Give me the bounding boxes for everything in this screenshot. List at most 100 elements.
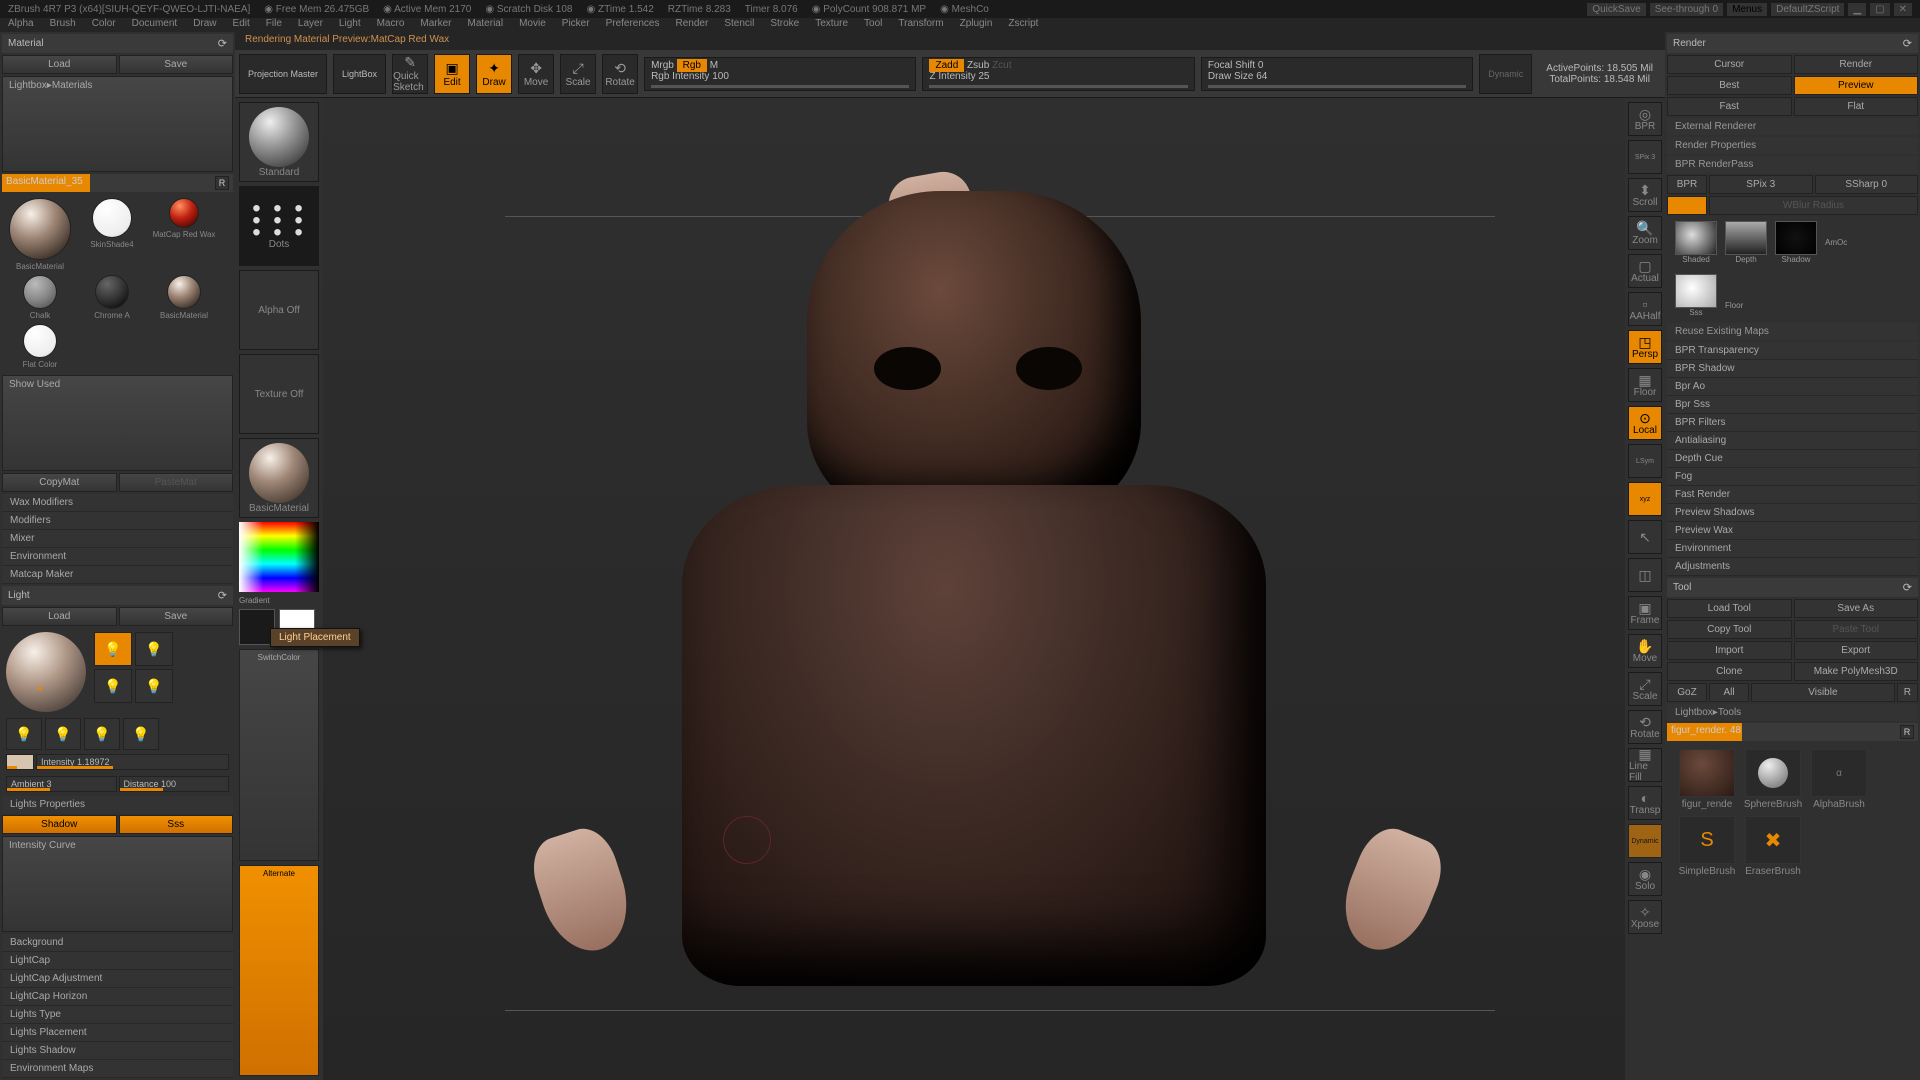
goz-r-button[interactable]: R [1897, 683, 1918, 702]
menu-zplugin[interactable]: Zplugin [956, 18, 997, 32]
reuse-existing-maps[interactable]: Reuse Existing Maps [1667, 323, 1918, 340]
pf-indicator[interactable]: ↖ [1628, 520, 1662, 554]
draw-mode-button[interactable]: ✦Draw [476, 54, 512, 94]
ssharp-slider[interactable]: SSharp 0 [1815, 175, 1919, 194]
lsym-button[interactable]: LSym [1628, 444, 1662, 478]
material-basicmaterial[interactable]: BasicMaterial [6, 198, 74, 271]
light-reload-icon[interactable]: ⟳ [218, 589, 227, 602]
preview-wax-section[interactable]: Preview Wax [1667, 522, 1918, 540]
canvas-viewport[interactable] [323, 98, 1625, 1080]
load-tool-button[interactable]: Load Tool [1667, 599, 1792, 618]
lights-shadow-section[interactable]: Lights Shadow [2, 1042, 233, 1060]
draw-size-slider[interactable]: Draw Size 64 [1208, 71, 1466, 82]
material-save-button[interactable]: Save [119, 55, 234, 74]
current-tool-name[interactable]: figur_render. 48 [1671, 725, 1741, 736]
menu-stroke[interactable]: Stroke [766, 18, 803, 32]
shadow-button[interactable]: Shadow [2, 815, 117, 834]
projection-master-button[interactable]: Projection Master [239, 54, 327, 94]
external-renderer-section[interactable]: External Renderer [1667, 118, 1918, 135]
rgb-intensity-slider[interactable]: Rgb Intensity 100 [651, 71, 909, 82]
intensity-curve-button[interactable]: Intensity Curve [2, 836, 233, 932]
depth-pass[interactable] [1725, 221, 1767, 255]
tool-reload-icon[interactable]: ⟳ [1903, 581, 1912, 594]
menu-picker[interactable]: Picker [558, 18, 594, 32]
clone-button[interactable]: Clone [1667, 662, 1792, 681]
xpose-button[interactable]: ✧Xpose [1628, 900, 1662, 934]
antialiasing-section[interactable]: Antialiasing [1667, 432, 1918, 450]
lightcap-section[interactable]: LightCap [2, 952, 233, 970]
menu-transform[interactable]: Transform [894, 18, 947, 32]
vp-move-button[interactable]: ✋Move [1628, 634, 1662, 668]
menu-draw[interactable]: Draw [189, 18, 220, 32]
copymat-button[interactable]: CopyMat [2, 473, 117, 492]
transp-button[interactable]: ◐Transp [1628, 786, 1662, 820]
vp-rotate-button[interactable]: ⟲Rotate [1628, 710, 1662, 744]
light-3-toggle[interactable]: 💡 [94, 669, 132, 703]
vp-scale-button[interactable]: ⤢Scale [1628, 672, 1662, 706]
lightbox-tools-button[interactable]: Lightbox▸Tools [1667, 704, 1918, 721]
alternate-button[interactable]: Alternate [239, 865, 319, 1077]
bpr-ao-section[interactable]: Bpr Ao [1667, 378, 1918, 396]
m-button[interactable]: M [710, 60, 718, 71]
menu-zscript[interactable]: Zscript [1004, 18, 1042, 32]
menu-preferences[interactable]: Preferences [602, 18, 664, 32]
edit-mode-button[interactable]: ▣Edit [434, 54, 470, 94]
bpr-renderpass-header[interactable]: BPR RenderPass [1667, 156, 1918, 173]
spix-slider[interactable]: SPix 3 [1709, 175, 1813, 194]
tool-figur-render[interactable]: figur_rende [1677, 749, 1737, 810]
menu-material[interactable]: Material [464, 18, 508, 32]
bpr-shadow-section[interactable]: BPR Shadow [1667, 360, 1918, 378]
material-load-button[interactable]: Load [2, 55, 117, 74]
fast-render-section[interactable]: Fast Render [1667, 486, 1918, 504]
menu-marker[interactable]: Marker [416, 18, 455, 32]
frame-button[interactable]: ▣Frame [1628, 596, 1662, 630]
goz-button[interactable]: GoZ [1667, 683, 1707, 702]
xyz-button[interactable]: xyz [1628, 482, 1662, 516]
quicksave-btn[interactable]: QuickSave [1587, 3, 1645, 16]
wax-modifiers-section[interactable]: Wax Modifiers [2, 494, 233, 512]
switchcolor-button[interactable]: SwitchColor [239, 649, 319, 861]
sss-pass[interactable] [1675, 274, 1717, 308]
menu-movie[interactable]: Movie [515, 18, 550, 32]
tool-alphabrush[interactable]: αAlphaBrush [1809, 749, 1869, 810]
menu-macro[interactable]: Macro [373, 18, 409, 32]
menu-edit[interactable]: Edit [229, 18, 254, 32]
actual-button[interactable]: ▢Actual [1628, 254, 1662, 288]
bpr-filters-section[interactable]: BPR Filters [1667, 414, 1918, 432]
floor-button[interactable]: ▦Floor [1628, 368, 1662, 402]
alpha-thumbnail[interactable]: Alpha Off [239, 270, 319, 350]
goz-all-button[interactable]: All [1709, 683, 1749, 702]
menu-stencil[interactable]: Stencil [720, 18, 758, 32]
bpr-icon-button[interactable]: BPR [1667, 175, 1707, 194]
lightbox-button[interactable]: LightBox [333, 54, 386, 94]
window-min-icon[interactable]: ▁ [1848, 3, 1866, 16]
bpr-sss-section[interactable]: Bpr Sss [1667, 396, 1918, 414]
wblur-slider[interactable]: WBlur Radius [1709, 196, 1918, 215]
material-chalk[interactable]: Chalk [6, 275, 74, 320]
matcap-maker-section[interactable]: Matcap Maker [2, 566, 233, 584]
tool-spherebrush[interactable]: SphereBrush [1743, 749, 1803, 810]
render-button[interactable]: Render [1794, 55, 1919, 74]
goz-visible-button[interactable]: Visible [1751, 683, 1895, 702]
color-picker[interactable] [239, 522, 319, 592]
material-chrome-a[interactable]: Chrome A [78, 275, 146, 320]
window-close-icon[interactable]: ✕ [1894, 3, 1912, 16]
environment-section[interactable]: Environment [2, 548, 233, 566]
cursor-button[interactable]: Cursor [1667, 55, 1792, 74]
lights-type-section[interactable]: Lights Type [2, 1006, 233, 1024]
best-button[interactable]: Best [1667, 76, 1792, 95]
preview-button[interactable]: Preview [1794, 76, 1919, 95]
tool-r-badge[interactable]: R [1900, 725, 1914, 739]
light-5-toggle[interactable]: 💡 [6, 718, 42, 750]
linefill-button[interactable]: ▦Line Fill [1628, 748, 1662, 782]
light-8-toggle[interactable]: 💡 [123, 718, 159, 750]
spix-button[interactable]: SPix 3 [1628, 140, 1662, 174]
light-4-toggle[interactable]: 💡 [135, 669, 173, 703]
dynamic-button[interactable]: Dynamic [1628, 824, 1662, 858]
light-6-toggle[interactable]: 💡 [45, 718, 81, 750]
tool-simplebrush[interactable]: SSimpleBrush [1677, 816, 1737, 877]
render-environment-section[interactable]: Environment [1667, 540, 1918, 558]
zsub-button[interactable]: Zsub [967, 60, 989, 71]
tool-eraserbrush[interactable]: ✖EraserBrush [1743, 816, 1803, 877]
sss-button[interactable]: Sss [119, 815, 234, 834]
